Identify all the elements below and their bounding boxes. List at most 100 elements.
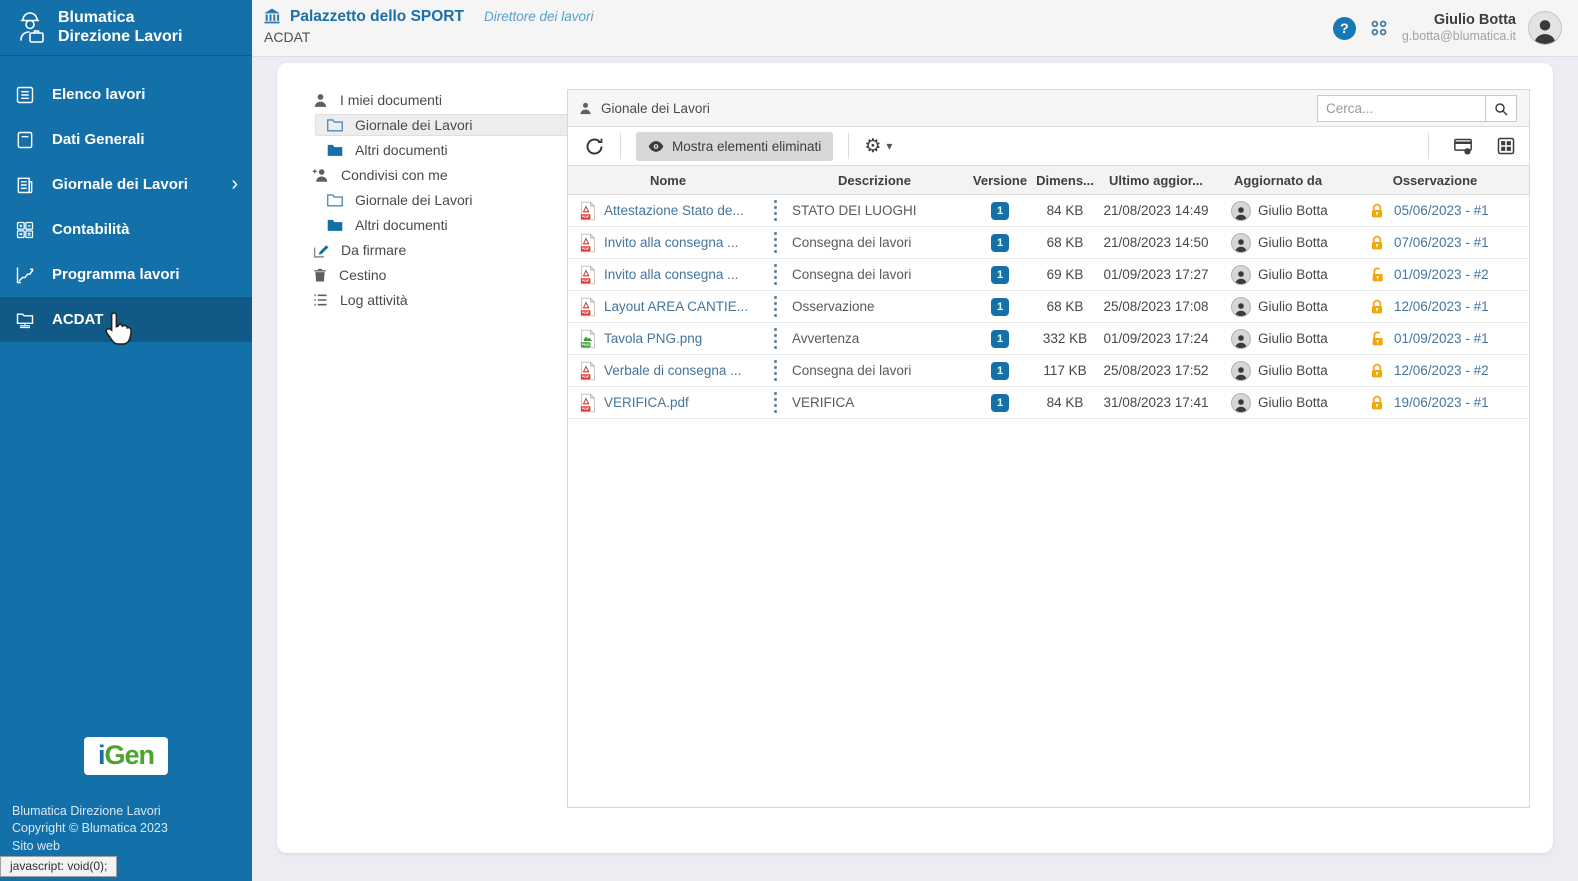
sidebar-item-giornale-dei-lavori[interactable]: Giornale dei Lavori › [0,162,252,207]
apps-grid-icon[interactable] [1368,17,1390,39]
version-badge[interactable]: 1 [991,330,1009,348]
row-menu-dots[interactable] [768,355,782,386]
footer-copyright: Copyright © Blumatica 2023 [12,820,240,838]
file-name-link[interactable]: Invito alla consegna ... [604,267,738,282]
tree-item-i-miei-documenti[interactable]: I miei documenti [301,89,569,111]
tree-item-label: Condivisi con me [341,167,448,183]
sidebar-item-contabilita[interactable]: Contabilità [0,207,252,252]
grid-view-icon[interactable] [1497,137,1515,155]
app-window: Blumatica Direzione Lavori Elenco lavori… [0,0,1578,881]
row-menu-dots[interactable] [768,227,782,258]
table-row[interactable]: PDF Verbale di consegna ... Consegna dei… [568,355,1529,387]
file-name-link[interactable]: VERIFICA.pdf [604,395,689,410]
svg-text:PDF: PDF [582,279,590,283]
browser-status-tooltip: javascript: void(0); [0,856,117,877]
file-name-link[interactable]: Tavola PNG.png [604,331,702,346]
folder-icon [326,217,344,233]
work-list-icon [15,85,35,105]
pdf-file-icon: PDF [580,393,596,413]
sidebar-item-label: Contabilità [52,221,130,238]
tree-item-giornale-dei-lavori-condivisi[interactable]: Giornale dei Lavori [315,189,569,211]
sidebar-item-programma-lavori[interactable]: Programma lavori [0,252,252,297]
preview-pane-icon[interactable] [1453,137,1473,155]
file-updated: 01/09/2023 17:27 [1097,267,1215,282]
tree-item-giornale-dei-lavori[interactable]: Giornale dei Lavori [315,114,569,136]
toolbar-divider [1428,133,1429,159]
observation-link[interactable]: 19/06/2023 - #1 [1394,395,1489,410]
search-input[interactable] [1317,95,1485,122]
toolbar-divider [848,133,849,159]
observation-link[interactable]: 12/06/2023 - #2 [1394,363,1489,378]
table-row[interactable]: PDF Invito alla consegna ... Consegna de… [568,227,1529,259]
person-icon [312,92,329,109]
version-badge[interactable]: 1 [991,202,1009,220]
file-name-link[interactable]: Invito alla consegna ... [604,235,738,250]
observation-link[interactable]: 01/09/2023 - #2 [1394,267,1489,282]
table-row[interactable]: PDF Layout AREA CANTIE... Osservazione 1… [568,291,1529,323]
sidebar-item-elenco-lavori[interactable]: Elenco lavori [0,72,252,117]
footer-website-link[interactable]: Sito web [12,838,240,856]
lock-closed-icon [1369,299,1385,315]
tree-item-altri-documenti-condivisi[interactable]: Altri documenti [315,214,569,236]
folder-open-icon [326,192,344,208]
observation-link[interactable]: 07/06/2023 - #1 [1394,235,1489,250]
table-row[interactable]: PDF Invito alla consegna ... Consegna de… [568,259,1529,291]
brand-line2: Direzione Lavori [58,28,182,46]
file-name-link[interactable]: Verbale di consegna ... [604,363,741,378]
sidebar-nav: Elenco lavori Dati Generali Giornale dei… [0,72,252,342]
settings-dropdown[interactable]: ⚙ ▾ [864,137,892,156]
version-badge[interactable]: 1 [991,394,1009,412]
version-badge[interactable]: 1 [991,362,1009,380]
tree-item-cestino[interactable]: Cestino [301,264,569,286]
version-badge[interactable]: 1 [991,298,1009,316]
tree-item-altri-documenti[interactable]: Altri documenti [315,139,569,161]
version-badge[interactable]: 1 [991,234,1009,252]
column-header-nome[interactable]: Nome [568,173,768,188]
folder-icon [326,142,344,158]
table-row[interactable]: PDF VERIFICA.pdf VERIFICA 1 84 KB 31/08/… [568,387,1529,419]
column-header-dimensione[interactable]: Dimens... [1033,173,1097,188]
table-row[interactable]: PDF Attestazione Stato de... STATO DEI L… [568,195,1529,227]
observation-link[interactable]: 01/09/2023 - #1 [1394,331,1489,346]
column-header-versione[interactable]: Versione [967,173,1033,188]
file-size: 69 KB [1033,267,1097,282]
tree-item-condivisi-con-me[interactable]: Condivisi con me [301,164,569,186]
tree-item-label: Altri documenti [355,217,448,233]
file-name-link[interactable]: Attestazione Stato de... [604,203,744,218]
file-updated: 21/08/2023 14:49 [1097,203,1215,218]
column-header-aggiornato-da[interactable]: Aggiornato da [1215,173,1341,188]
row-avatar [1231,361,1251,381]
tree-item-log-attivita[interactable]: Log attività [301,289,569,311]
png-file-icon: PNG [580,329,596,349]
tree-item-label: Cestino [339,267,386,283]
refresh-icon[interactable] [584,136,605,157]
version-badge[interactable]: 1 [991,266,1009,284]
sidebar-item-dati-generali[interactable]: Dati Generali [0,117,252,162]
column-header-descrizione[interactable]: Descrizione [782,173,967,188]
observation-link[interactable]: 12/06/2023 - #1 [1394,299,1489,314]
tree-item-da-firmare[interactable]: Da firmare [301,239,569,261]
updated-by-name: Giulio Botta [1258,267,1328,282]
row-menu-dots[interactable] [768,291,782,322]
show-deleted-button[interactable]: Mostra elementi eliminati [636,132,833,161]
search-button[interactable] [1485,95,1517,122]
table-row[interactable]: PNG Tavola PNG.png Avvertenza 1 332 KB 0… [568,323,1529,355]
svg-text:PDF: PDF [582,311,590,315]
help-button[interactable]: ? [1333,17,1356,40]
file-name-link[interactable]: Layout AREA CANTIE... [604,299,748,314]
row-menu-dots[interactable] [768,195,782,226]
person-add-icon [312,167,330,184]
tree-item-label: Da firmare [341,242,406,258]
observation-link[interactable]: 05/06/2023 - #1 [1394,203,1489,218]
row-menu-dots[interactable] [768,387,782,418]
row-menu-dots[interactable] [768,323,782,354]
user-avatar[interactable] [1528,11,1562,45]
lock-open-icon [1369,267,1385,283]
sidebar: Blumatica Direzione Lavori Elenco lavori… [0,0,252,881]
gear-icon: ⚙ [864,137,881,156]
column-header-ultimo-aggiornamento[interactable]: Ultimo aggior... [1097,173,1215,188]
chevron-right-icon[interactable]: › [231,173,238,196]
row-menu-dots[interactable] [768,259,782,290]
column-header-osservazione[interactable]: Osservazione [1341,173,1529,188]
lock-closed-icon [1369,395,1385,411]
